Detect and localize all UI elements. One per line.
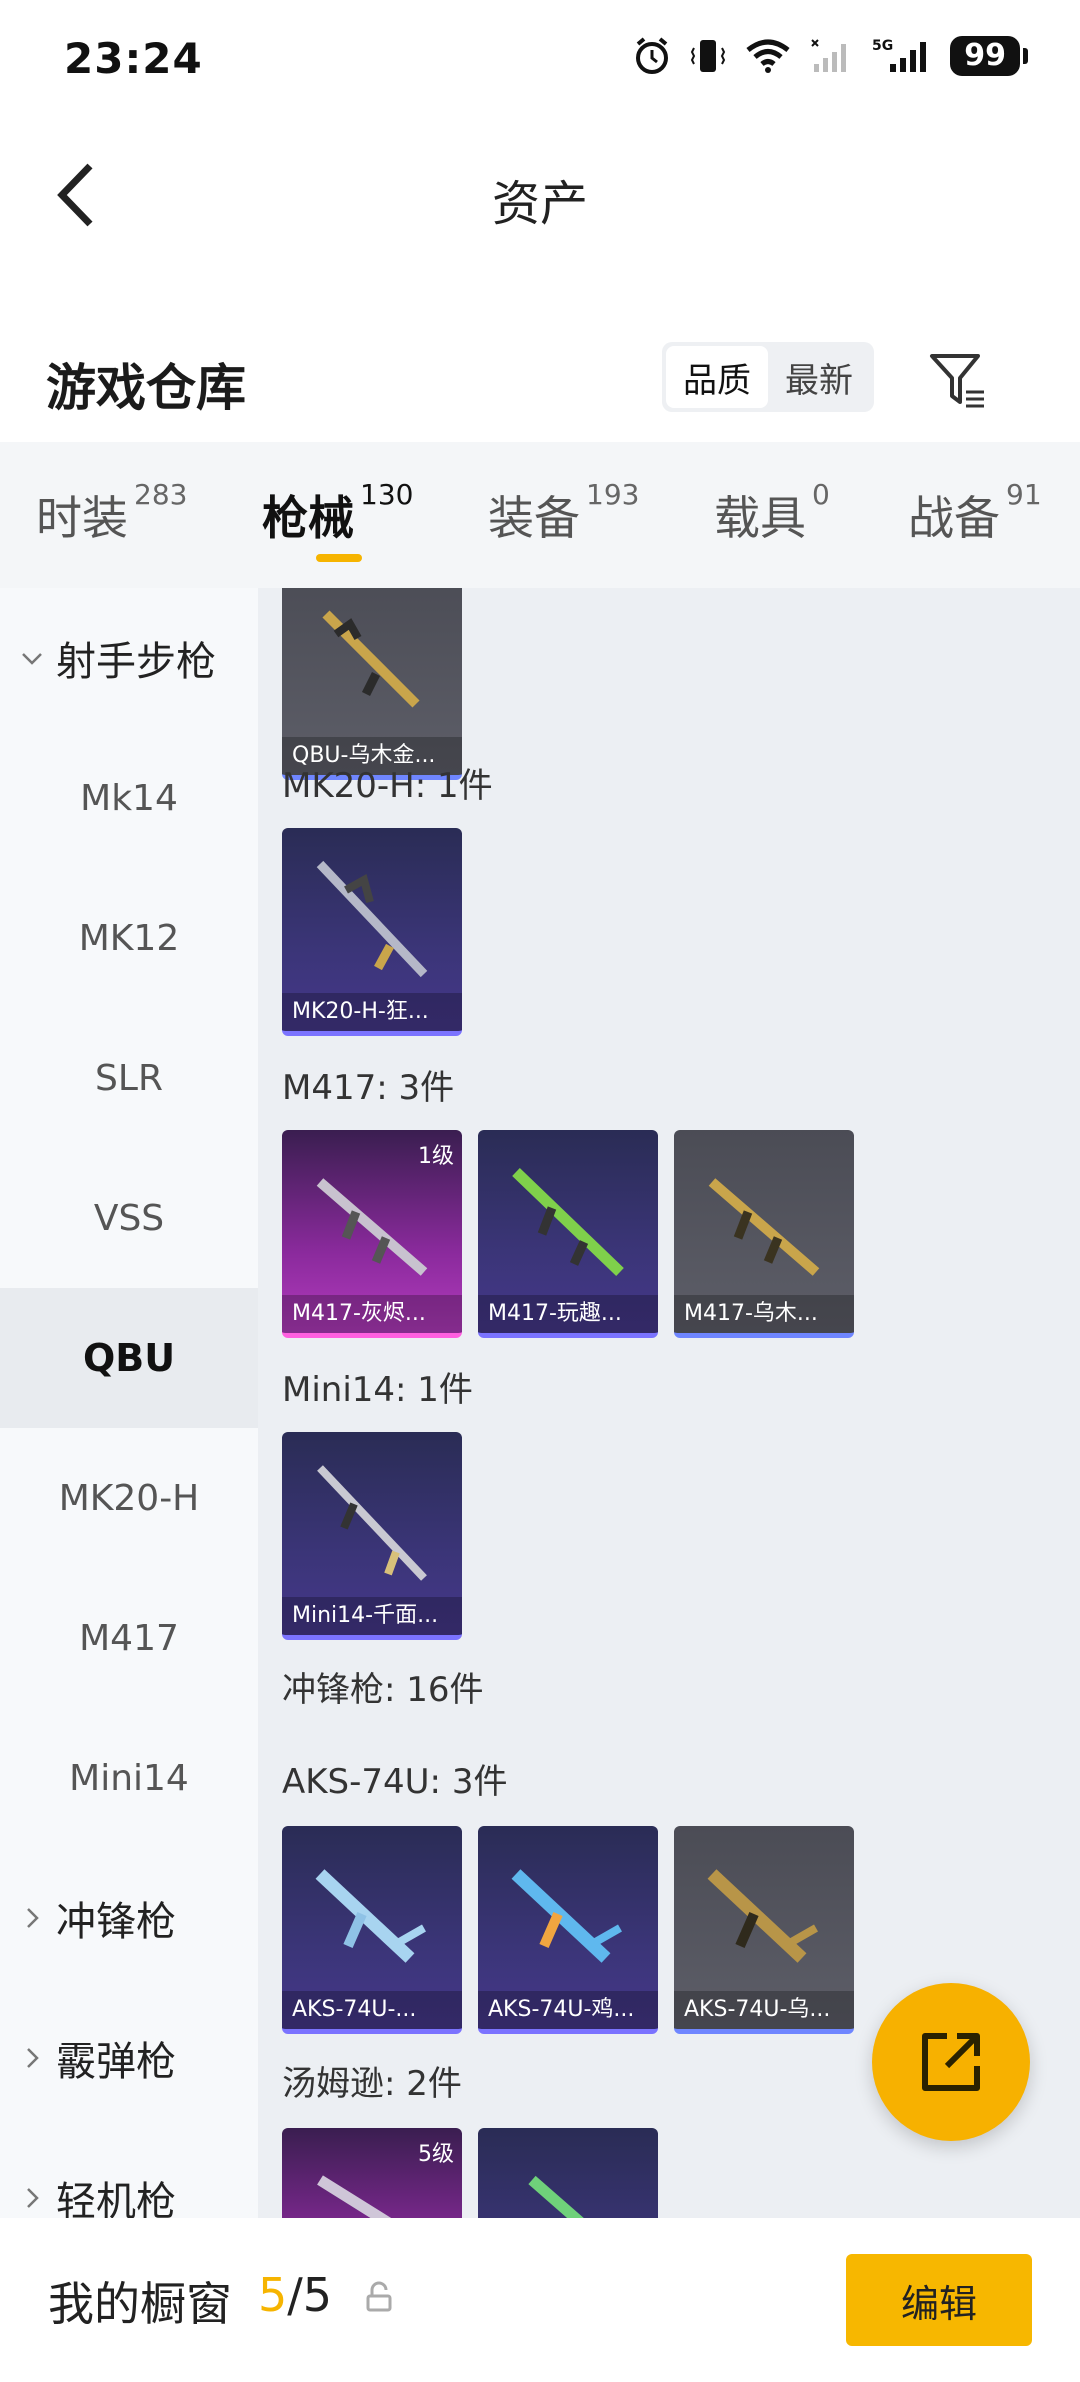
weapon-card[interactable]: AKS-74U-鸡... [478,1826,658,2034]
active-tab-indicator [316,554,362,562]
group-label: 汤姆逊: 2件 [282,2064,462,2104]
group-label: M417: 3件 [282,1068,455,1108]
showcase-bar: 我的橱窗 5/5 编辑 [0,2218,1080,2382]
weapon-card[interactable]: QBU-乌木金... [282,588,462,780]
sidebar-item-mk14[interactable]: Mk14 [0,728,258,868]
card-name: AKS-74U-... [282,1991,462,2029]
group-label: Mini14: 1件 [282,1370,473,1410]
smg-icon [707,1869,818,1963]
rifle-icon [316,1178,428,1276]
smg-icon [315,1869,426,1963]
wifi-icon [744,36,792,76]
group-label: MK20-H: 1件 [282,766,493,806]
showcase-title: 我的橱窗 [48,2277,232,2331]
smg-icon [317,2175,392,2218]
sidebar-item-slr[interactable]: SLR [0,1008,258,1148]
card-name: MK20-H-狂... [282,993,462,1031]
chevron-down-icon [22,653,42,665]
weapon-card[interactable]: M417-乌木... [674,1130,854,1338]
warehouse-header: 游戏仓库 品质 最新 [0,320,1080,440]
sort-option-newest[interactable]: 最新 [768,346,870,408]
status-bar: 23:24 5G 99 [0,0,1080,120]
weapon-card[interactable] [478,2128,658,2218]
chevron-right-icon [27,2048,39,2068]
status-time: 23:24 [64,34,203,83]
smg-icon [528,2175,584,2218]
rifle-icon [317,1465,427,1581]
battery-indicator: 99 [950,36,1028,76]
sidebar-group-marksman-rifles[interactable]: 射手步枪 [0,588,258,728]
weapon-card[interactable]: AKS-74U-乌... [674,1826,854,2034]
tab-vehicles[interactable]: 载具 0 [714,478,830,548]
weapon-card[interactable]: M417-玩趣... [478,1130,658,1338]
tab-weapons[interactable]: 枪械 130 [262,478,413,548]
card-name: M417-玩趣... [478,1295,658,1333]
rifle-icon [316,860,428,978]
filter-button[interactable] [922,344,994,416]
signal-sim1-icon [810,36,854,76]
weapon-content-list: QBU-乌木金... MK20-H: 1件 MK20-H-狂... M417: … [258,588,1080,2218]
chevron-right-icon [27,2188,39,2208]
card-name: AKS-74U-鸡... [478,1991,658,2029]
sidebar-group-lmg[interactable]: 轻机枪 [0,2128,258,2218]
weapon-card[interactable]: Mini14-千面... [282,1432,462,1640]
weapon-card[interactable]: 1级 M417-灰烬... [282,1130,462,1338]
tab-fashion[interactable]: 时装 283 [36,478,187,548]
card-name: Mini14-千面... [282,1597,462,1635]
filter-icon [930,354,984,408]
sidebar-item-mk12[interactable]: MK12 [0,868,258,1008]
category-tabs: 时装 283 枪械 130 装备 193 载具 0 战备 91 [0,442,1080,588]
edit-button[interactable]: 编辑 [846,2254,1032,2346]
sidebar-item-mini14[interactable]: Mini14 [0,1708,258,1848]
external-link-icon [922,2033,980,2091]
sidebar-item-mk20h[interactable]: MK20-H [0,1428,258,1568]
share-button[interactable] [872,1983,1030,2141]
card-name: AKS-74U-乌... [674,1991,854,2029]
weapon-card[interactable]: 5级 [282,2128,462,2218]
svg-text:5G: 5G [872,38,893,54]
alarm-icon [632,36,672,76]
nav-bar: 资产 [0,120,1080,270]
smg-icon [511,1869,622,1963]
showcase-count: 5/5 [258,2268,333,2322]
sidebar-group-shotgun[interactable]: 霰弹枪 [0,1988,258,2128]
rifle-icon [322,610,420,708]
signal-5g-icon: 5G [872,36,932,76]
section-title: 游戏仓库 [46,359,246,417]
sort-option-quality[interactable]: 品质 [666,346,768,408]
group-label: AKS-74U: 3件 [282,1762,508,1802]
rifle-icon [512,1168,624,1276]
sidebar-item-vss[interactable]: VSS [0,1148,258,1288]
rifle-icon [708,1178,820,1276]
tab-equipment[interactable]: 装备 193 [488,478,639,548]
vibrate-icon [690,36,726,76]
card-name: M417-乌木... [674,1295,854,1333]
sort-toggle: 品质 最新 [662,342,874,412]
card-name: M417-灰烬... [282,1295,462,1333]
tab-supplies[interactable]: 战备 91 [908,478,1042,548]
category-label: 冲锋枪: 16件 [282,1670,484,1710]
chevron-right-icon [27,1908,39,1928]
page-title: 资产 [491,176,588,232]
sidebar-item-m417[interactable]: M417 [0,1568,258,1708]
weapon-card[interactable]: MK20-H-狂... [282,828,462,1036]
weapon-card[interactable]: AKS-74U-... [282,1826,462,2034]
status-icons: 5G 99 [632,36,1028,76]
weapon-type-sidebar: 射手步枪 Mk14 MK12 SLR VSS QBU MK20-H M417 M… [0,588,258,2218]
lock-icon [366,2281,392,2312]
sidebar-item-qbu[interactable]: QBU [0,1288,258,1428]
sidebar-group-smg[interactable]: 冲锋枪 [0,1848,258,1988]
